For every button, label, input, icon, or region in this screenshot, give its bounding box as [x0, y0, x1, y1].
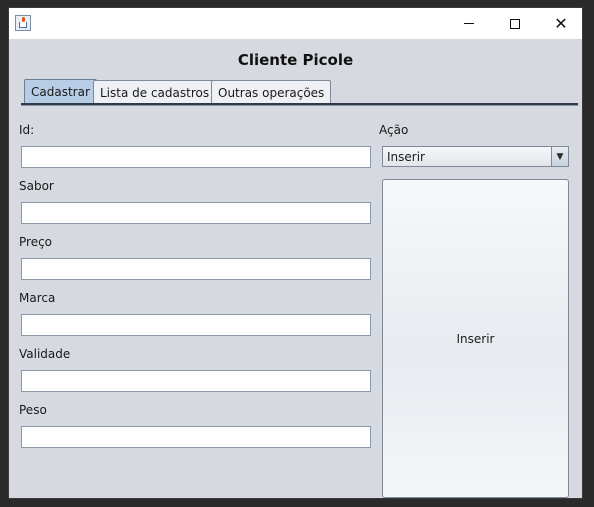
title-bar[interactable]: ✕	[9, 8, 582, 39]
java-cup-icon	[15, 15, 31, 31]
acao-select[interactable]: Inserir ▼	[382, 146, 569, 167]
close-icon: ✕	[554, 13, 568, 33]
sabor-input[interactable]	[21, 202, 371, 224]
page-title: Cliente Picole	[237, 51, 354, 69]
maximize-button[interactable]	[492, 8, 538, 39]
chevron-down-icon[interactable]: ▼	[551, 147, 568, 166]
id-label: Id:	[19, 123, 35, 137]
marca-label: Marca	[19, 291, 56, 305]
id-input[interactable]	[21, 146, 371, 168]
acao-select-value: Inserir	[387, 150, 425, 164]
inserir-button[interactable]: Inserir	[382, 179, 569, 498]
validade-input[interactable]	[21, 370, 371, 392]
peso-label: Peso	[19, 403, 47, 417]
validade-label: Validade	[19, 347, 71, 361]
inserir-button-label: Inserir	[456, 331, 495, 346]
app-window: ✕ Cliente Picole Cadastrar Lista de cada…	[8, 7, 583, 499]
maximize-icon	[510, 18, 520, 29]
marca-input[interactable]	[21, 314, 371, 336]
peso-input[interactable]	[21, 426, 371, 448]
preco-input[interactable]	[21, 258, 371, 280]
minimize-button[interactable]	[446, 8, 492, 39]
preco-label: Preço	[19, 235, 53, 249]
main-content: Cliente Picole Cadastrar Lista de cadast…	[9, 39, 582, 499]
tab-lista-de-cadastros[interactable]: Lista de cadastros	[93, 80, 217, 104]
minimize-icon	[464, 23, 474, 24]
sabor-label: Sabor	[19, 179, 54, 193]
tab-outras-operacoes[interactable]: Outras operações	[211, 80, 332, 104]
acao-label: Ação	[379, 123, 409, 137]
tab-divider	[21, 103, 578, 106]
tab-cadastrar[interactable]: Cadastrar	[24, 79, 97, 104]
close-button[interactable]: ✕	[538, 8, 584, 39]
